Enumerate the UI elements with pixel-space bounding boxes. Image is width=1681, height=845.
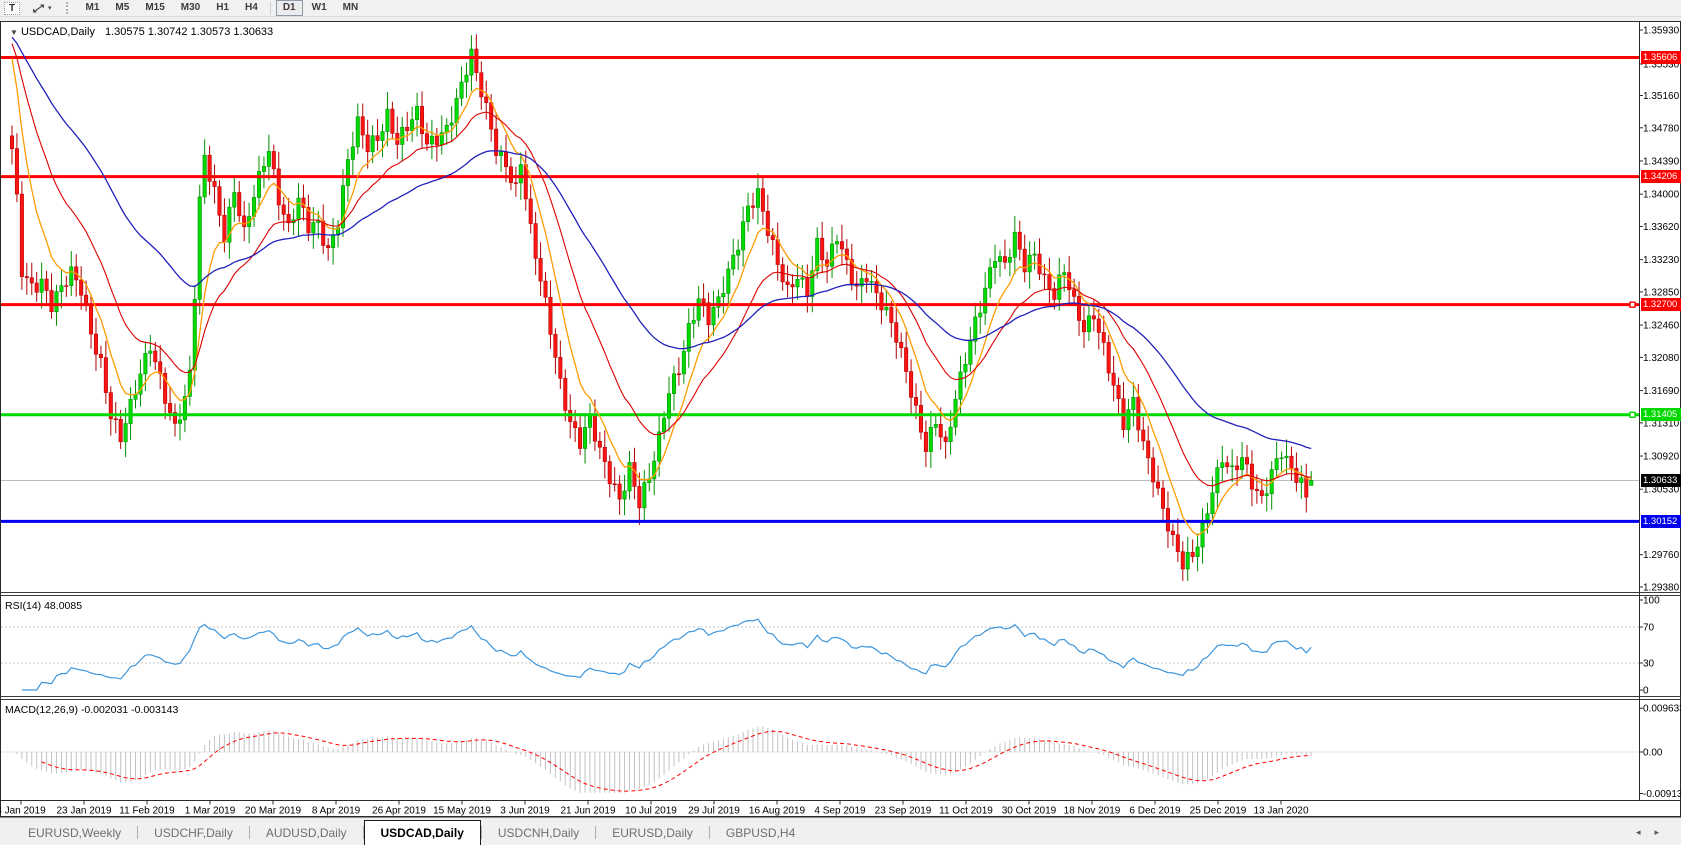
date-tick-label: 10 Jul 2019 [625, 806, 677, 817]
price-axis-badge: 1.30633 [1641, 474, 1681, 487]
date-tick-label: 20 Mar 2019 [245, 806, 302, 817]
svg-text:1.30920: 1.30920 [1643, 452, 1680, 463]
timeframe-button-h4[interactable]: H4 [238, 0, 265, 16]
date-tick-label: 25 Dec 2019 [1190, 806, 1247, 817]
price-axis-badge: 1.30152 [1641, 515, 1681, 528]
date-tick-label: 21 Jun 2019 [560, 806, 615, 817]
timeframe-button-m30[interactable]: M30 [174, 0, 207, 16]
date-tick-label: 8 Apr 2019 [312, 806, 361, 817]
date-tick-label: 16 Aug 2019 [749, 806, 806, 817]
svg-text:1.35160: 1.35160 [1643, 91, 1680, 102]
date-tick-label: 30 Oct 2019 [1002, 806, 1057, 817]
chart-title-symbol: USDCAD,Daily [21, 26, 95, 38]
price-axis-badge: 1.35606 [1641, 51, 1681, 64]
svg-text:1.32850: 1.32850 [1643, 287, 1680, 298]
mt4-window: T ▾ M1M5M15M30H1H4D1W1MN 1.359301.355301… [0, 0, 1681, 845]
date-tick-label: 1 Mar 2019 [185, 806, 236, 817]
svg-text:1.32460: 1.32460 [1643, 321, 1680, 332]
svg-text:1.34780: 1.34780 [1643, 123, 1680, 134]
chart-tab-usdchf-daily[interactable]: USDCHF,Daily [138, 823, 249, 843]
date-tick-label: 26 Apr 2019 [372, 806, 426, 817]
chart-tab-eurusd-weekly[interactable]: EURUSD,Weekly [12, 823, 137, 843]
svg-text:1.33230: 1.33230 [1643, 255, 1680, 266]
chart-tab-eurusd-daily[interactable]: EURUSD,Daily [596, 823, 709, 843]
price-axis-badge: 1.31405 [1641, 408, 1681, 421]
timeframe-button-d1[interactable]: D1 [276, 0, 303, 16]
date-tick-label: 29 Jul 2019 [688, 806, 740, 817]
svg-text:1.29760: 1.29760 [1643, 550, 1680, 561]
svg-text:1.34000: 1.34000 [1643, 190, 1680, 201]
price-axis-badge: 1.34206 [1641, 170, 1681, 183]
chart-canvas[interactable]: 1.359301.355301.351601.347801.343901.340… [0, 18, 1681, 817]
date-tick-label: 11 Oct 2019 [939, 806, 993, 817]
toolbar-grip[interactable] [66, 2, 70, 14]
chart-window: 1.359301.355301.351601.347801.343901.340… [0, 18, 1681, 817]
price-axis-badge: 1.32700 [1641, 298, 1681, 311]
timeframe-button-w1[interactable]: W1 [305, 0, 334, 16]
svg-text:-0.009134: -0.009134 [1643, 789, 1681, 800]
svg-text:1.29380: 1.29380 [1643, 583, 1680, 594]
svg-text:1.33620: 1.33620 [1643, 222, 1680, 233]
timeframe-button-h1[interactable]: H1 [209, 0, 236, 16]
chevron-down-icon: ▾ [48, 4, 52, 12]
svg-text:100: 100 [1643, 596, 1660, 607]
timeframe-button-m5[interactable]: M5 [108, 0, 136, 16]
date-tick-label: 3 Jun 2019 [500, 806, 550, 817]
date-tick-label: 15 May 2019 [433, 806, 491, 817]
title-caret-icon: ▼ [10, 28, 18, 37]
macd-label: MACD(12,26,9) -0.002031 -0.003143 [5, 704, 178, 716]
tab-scroll-left-icon[interactable]: ◂ [1636, 827, 1641, 838]
tab-scroll-right-icon[interactable]: ▸ [1654, 827, 1659, 838]
chart-tab-usdcnh-daily[interactable]: USDCNH,Daily [482, 823, 595, 843]
date-tick-label: 18 Nov 2019 [1064, 806, 1121, 817]
date-tick-label: 6 Dec 2019 [1129, 806, 1181, 817]
svg-text:30: 30 [1643, 659, 1655, 670]
date-tick-label: 13 Jan 2020 [1253, 806, 1308, 817]
svg-text:1.34390: 1.34390 [1643, 156, 1680, 167]
timeframe-toolbar: M1M5M15M30H1H4 D1W1MN [78, 0, 367, 16]
timeframe-button-m15[interactable]: M15 [138, 0, 171, 16]
chart-tab-usdcad-daily[interactable]: USDCAD,Daily [364, 820, 481, 845]
timeframe-button-m1[interactable]: M1 [79, 0, 107, 16]
chart-tab-gbpusd-h4[interactable]: GBPUSD,H4 [710, 823, 811, 843]
text-tool-button[interactable]: T [4, 2, 20, 15]
chart-frame [1, 22, 1681, 817]
crosshair-tool-button[interactable]: ▾ [30, 2, 54, 15]
resize-arrows-icon [32, 3, 45, 14]
level-line-handle[interactable] [1630, 412, 1635, 417]
chart-title: ▼ USDCAD,Daily 1.30575 1.30742 1.30573 1.… [7, 26, 273, 38]
svg-text:1.35930: 1.35930 [1643, 26, 1680, 37]
svg-text:0.009633: 0.009633 [1643, 704, 1681, 715]
date-tick-label: 4 Sep 2019 [814, 806, 866, 817]
top-toolbar: T ▾ M1M5M15M30H1H4 D1W1MN [0, 0, 1681, 17]
chart-title-ohlc: 1.30575 1.30742 1.30573 1.30633 [105, 26, 273, 38]
svg-text:0.00: 0.00 [1643, 748, 1663, 759]
level-line-handle[interactable] [1630, 302, 1635, 307]
rsi-label: RSI(14) 48.0085 [5, 600, 82, 612]
svg-text:0: 0 [1643, 686, 1649, 697]
date-tick-label: 11 Feb 2019 [119, 806, 175, 817]
timeframe-button-mn[interactable]: MN [336, 0, 366, 16]
date-tick-label: 23 Jan 2019 [56, 806, 111, 817]
svg-text:70: 70 [1643, 623, 1655, 634]
date-tick-label: 4 Jan 2019 [0, 806, 46, 817]
chart-tabs-bar: EURUSD,WeeklyUSDCHF,DailyAUDUSD,DailyUSD… [0, 817, 1681, 845]
date-tick-label: 23 Sep 2019 [875, 806, 932, 817]
svg-text:1.32080: 1.32080 [1643, 353, 1680, 364]
chart-tab-audusd-daily[interactable]: AUDUSD,Daily [250, 823, 363, 843]
toolbar-separator [270, 2, 271, 15]
svg-text:1.31690: 1.31690 [1643, 386, 1680, 397]
